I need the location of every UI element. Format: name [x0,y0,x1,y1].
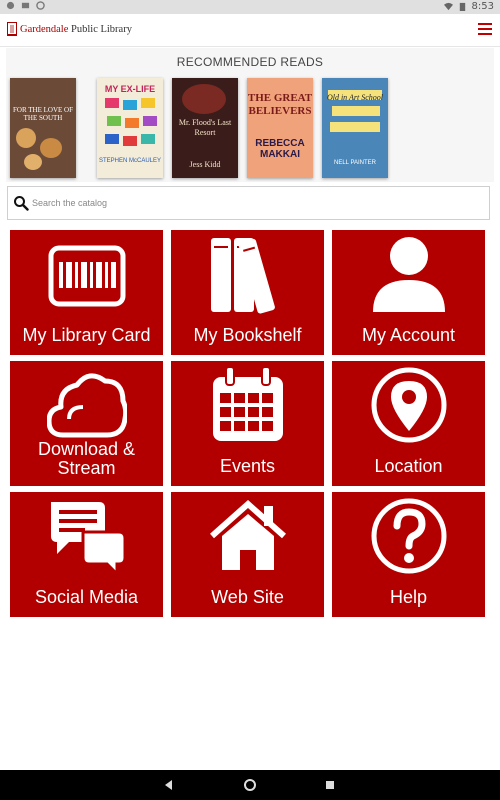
tile-help[interactable]: Help [332,492,485,617]
book-title: FOR THE LOVE OF THE SOUTH [13,106,73,122]
book-author: NELL PAINTER [333,160,376,166]
battery-icon [459,2,465,11]
book-title: Old in Art School [326,93,384,102]
library-logo[interactable]: Gardendale Public Library [7,22,132,36]
recommended-reads-title: RECOMMENDED READS [176,55,324,69]
tile-label: Location [374,456,443,476]
tile-my-bookshelf[interactable]: My Bookshelf [171,230,324,355]
tile-web-site[interactable]: Web Site [171,492,324,617]
library-name: Gardendale Public Library [20,23,132,35]
tile-label: Web Site [211,587,284,607]
book-cover[interactable]: MY EX-LIFE STEPHEN McCAULEY [97,78,163,178]
account-icon [373,237,445,312]
book-title: THE GREAT BELIEVERS [247,92,313,117]
tile-label: My Bookshelf [193,325,302,345]
tile-my-library-card[interactable]: My Library Card [10,230,163,355]
book-cover[interactable]: Mr. Flood's Last Resort Jess Kidd [172,78,238,178]
search-input[interactable] [32,194,472,212]
book-title: Mr. Flood's Last Resort [178,118,232,137]
book-cover[interactable]: THE GREAT BELIEVERS REBECCA MAKKAI [247,78,313,178]
status-bar: 8:53 [0,0,500,14]
tile-social-media[interactable]: Social Media [10,492,163,617]
bookshelf-icon [211,238,275,314]
tile-events[interactable]: Events [171,361,324,486]
chat-bubbles-icon [51,502,127,576]
tile-label: Help [389,587,428,607]
tile-my-account[interactable]: My Account [332,230,485,355]
cloud-icon [47,373,127,438]
tile-label: My Library Card [22,325,151,345]
book-cover[interactable]: Old in Art School NELL PAINTER [322,78,388,178]
tile-label: My Account [361,325,456,345]
catalog-search-bar[interactable] [7,186,490,220]
tile-label: Download & Stream [37,439,136,478]
status-time: 8:53 [471,1,494,12]
book-author: Jess Kidd [189,160,221,169]
calendar-icon [213,366,283,441]
book-author: REBECCA MAKKAI [255,138,305,160]
wifi-icon [443,2,453,11]
hamburger-menu-icon[interactable] [478,23,492,35]
tile-label: Events [219,456,276,476]
library-logo-icon [7,22,17,36]
library-card-icon [48,245,126,307]
back-icon[interactable] [162,778,176,792]
tile-label: Social Media [34,587,139,607]
tile-download-stream[interactable]: Download & Stream [10,361,163,486]
app-header: Gardendale Public Library [0,14,500,47]
book-author: STEPHEN McCAULEY [98,158,161,164]
system-navigation-bar [0,770,500,800]
notification-icon [6,1,15,10]
notification-icon [36,1,45,10]
question-icon [371,498,447,574]
notification-icon [21,2,30,9]
search-icon[interactable] [13,195,29,211]
recommended-reads-section: RECOMMENDED READS FOR THE LOVE OF THE SO… [6,48,494,182]
book-title: MY EX-LIFE [104,84,156,94]
home-button-icon[interactable] [243,778,257,792]
book-cover[interactable]: FOR THE LOVE OF THE SOUTH [10,78,76,178]
location-pin-icon [371,367,447,443]
tile-location[interactable]: Location [332,361,485,486]
home-icon [210,499,286,570]
recents-icon[interactable] [323,778,337,792]
